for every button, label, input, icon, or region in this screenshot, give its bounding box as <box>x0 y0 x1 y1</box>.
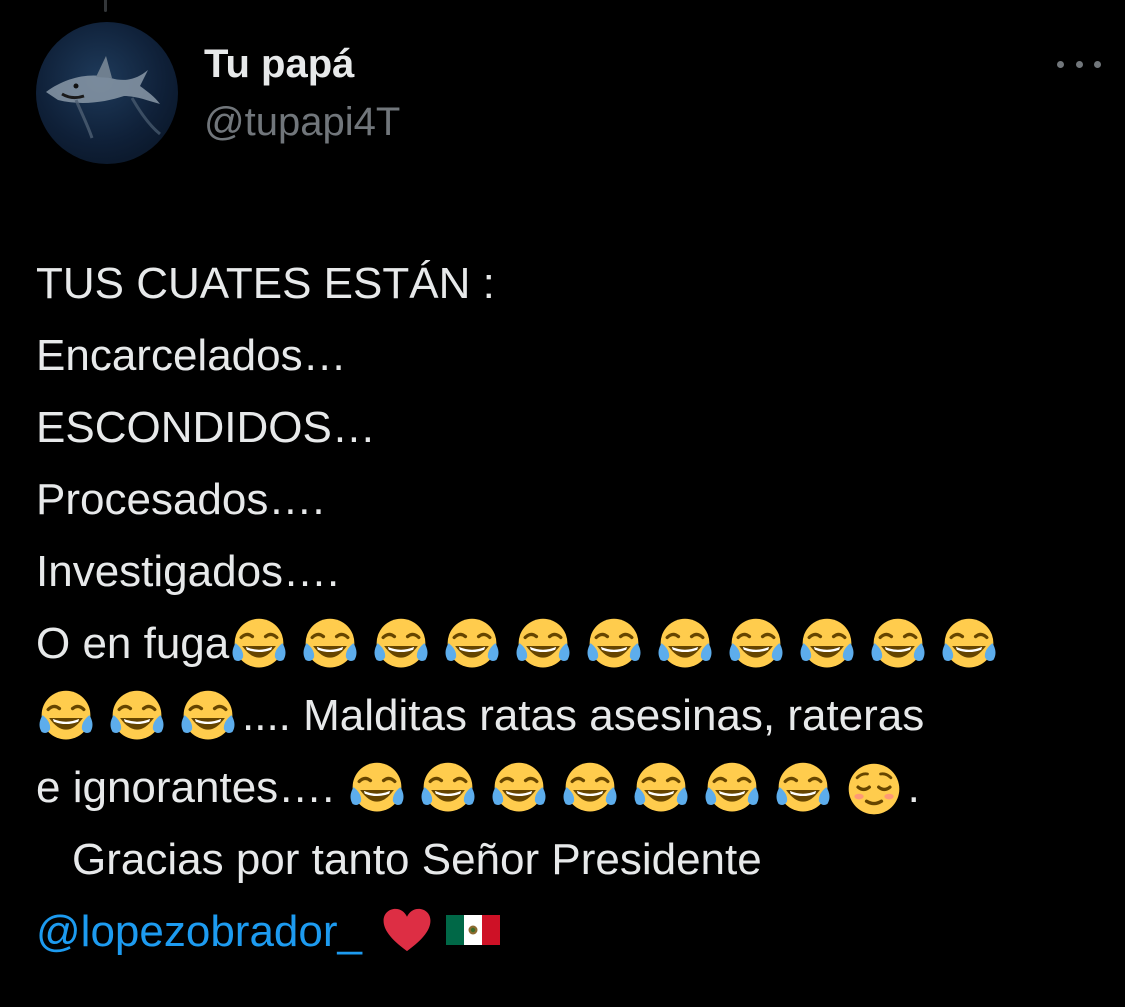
tweet-line: Procesados…. <box>36 475 325 524</box>
face-with-tears-of-joy-icon <box>702 759 762 819</box>
face-with-tears-of-joy-icon <box>655 615 715 675</box>
tweet-line-emoji-2: .... Malditas ratas asesinas, rateras <box>36 680 1096 752</box>
author-names: Tu papá @tupapi4T <box>204 38 400 148</box>
face-with-tears-of-joy-icon <box>442 615 502 675</box>
face-with-tears-of-joy-icon <box>347 759 407 819</box>
tweet-line: Investigados…. <box>36 547 340 596</box>
avatar[interactable] <box>36 22 178 164</box>
thread-connector-line <box>104 0 107 12</box>
tweet-line: Encarcelados… <box>36 331 347 380</box>
shark-avatar-icon <box>46 56 161 139</box>
tweet-text-segment: . <box>907 763 920 812</box>
tweet-line: Gracias por tanto Señor Presidente <box>72 835 762 884</box>
more-horizontal-icon <box>1057 60 1064 68</box>
tweet-line-emoji-3: e ignorantes…. . <box>36 752 1096 824</box>
tweet-text: TUS CUATES ESTÁN : Encarcelados… ESCONDI… <box>36 248 1096 968</box>
face-with-tears-of-joy-icon <box>489 759 549 819</box>
relieved-face-icon <box>844 759 904 819</box>
red-heart-icon <box>382 905 432 955</box>
tweet-text-segment: O en fuga <box>36 619 230 668</box>
face-with-tears-of-joy-icon <box>797 615 857 675</box>
face-with-tears-of-joy-icon <box>939 615 999 675</box>
mexico-flag-icon <box>445 915 500 946</box>
more-options-button[interactable] <box>1057 52 1101 76</box>
emoji-run <box>347 754 908 826</box>
tweet-text-segment: e ignorantes…. <box>36 763 335 812</box>
face-with-tears-of-joy-icon <box>868 615 928 675</box>
tweet-line: ESCONDIDOS… <box>36 403 376 452</box>
face-with-tears-of-joy-icon <box>300 615 360 675</box>
tweet-line-emoji-1: O en fuga <box>36 608 1096 680</box>
face-with-tears-of-joy-icon <box>107 687 167 747</box>
more-dot <box>1075 60 1083 68</box>
face-with-tears-of-joy-icon <box>631 759 691 819</box>
more-dot <box>1094 60 1101 68</box>
face-with-tears-of-joy-icon <box>726 615 786 675</box>
display-name[interactable]: Tu papá <box>204 38 400 90</box>
emoji-run <box>36 682 242 754</box>
face-with-tears-of-joy-icon <box>513 615 573 675</box>
face-with-tears-of-joy-icon <box>418 759 478 819</box>
face-with-tears-of-joy-icon <box>371 615 431 675</box>
face-with-tears-of-joy-icon <box>773 759 833 819</box>
tweet-line: TUS CUATES ESTÁN : <box>36 259 495 308</box>
tweet-line-mention: @lopezobrador_ <box>36 896 1096 968</box>
face-with-tears-of-joy-icon <box>229 615 289 675</box>
tweet-text-segment: .... Malditas ratas asesinas, rateras <box>242 691 925 740</box>
face-with-tears-of-joy-icon <box>560 759 620 819</box>
emoji-run <box>229 610 1003 682</box>
face-with-tears-of-joy-icon <box>584 615 644 675</box>
user-handle[interactable]: @tupapi4T <box>204 96 400 148</box>
face-with-tears-of-joy-icon <box>36 687 96 747</box>
face-with-tears-of-joy-icon <box>178 687 238 747</box>
mention-link[interactable]: @lopezobrador_ <box>36 907 362 956</box>
tweet-header: Tu papá @tupapi4T <box>36 22 1101 167</box>
